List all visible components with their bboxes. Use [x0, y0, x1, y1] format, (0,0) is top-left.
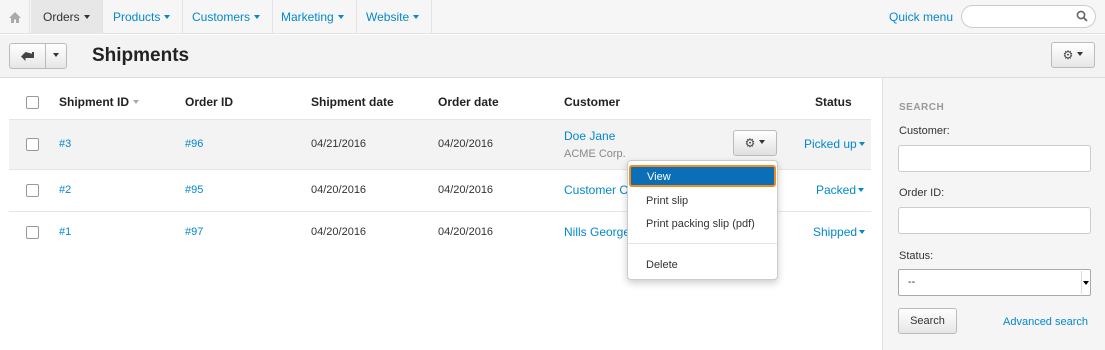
customer-link[interactable]: Customer Cu [564, 183, 635, 197]
menu-divider [628, 243, 777, 244]
chevron-down-icon [1077, 52, 1084, 56]
column-header-shipment-id[interactable]: Shipment ID [59, 95, 140, 109]
nav-marketing-label: Marketing [281, 10, 334, 24]
status-label: Status: [899, 250, 934, 262]
shipment-date: 04/20/2016 [311, 226, 367, 238]
nav-orders-label: Orders [43, 10, 80, 24]
customer-link[interactable]: Doe Jane [564, 129, 615, 143]
nav-website[interactable]: Website [354, 0, 433, 34]
status-dropdown[interactable]: Shipped [813, 225, 866, 239]
select-all-checkbox[interactable] [26, 96, 39, 109]
shipment-id-link[interactable]: #1 [59, 226, 71, 238]
column-header-customer[interactable]: Customer [564, 95, 620, 109]
status-label: Shipped [813, 225, 858, 239]
nav-products-label: Products [113, 10, 161, 24]
order-id-link[interactable]: #97 [185, 226, 203, 238]
settings-dropdown-button[interactable]: ⚙ [1051, 42, 1095, 68]
chevron-down-icon [337, 14, 344, 19]
order-id-link[interactable]: #95 [185, 184, 203, 196]
column-header-order-date[interactable]: Order date [438, 95, 499, 109]
top-navbar: Orders Products Customers Marketing Webs… [0, 0, 1105, 34]
home-button[interactable] [0, 0, 30, 34]
back-dropdown-button[interactable] [46, 44, 66, 68]
search-sidebar: SEARCH Customer: Order ID: Status: -- Se… [882, 78, 1105, 350]
chevron-down-icon [858, 141, 865, 146]
nav-customers[interactable]: Customers [180, 0, 274, 34]
column-label: Shipment ID [59, 95, 130, 109]
menu-item-view[interactable]: View [629, 165, 776, 187]
row-actions-menu: View Print slip Print packing slip (pdf)… [627, 160, 778, 280]
order-date: 04/20/2016 [438, 138, 494, 150]
status-label: Packed [816, 183, 857, 197]
status-select[interactable]: -- [898, 269, 1091, 296]
chevron-down-icon [858, 187, 865, 192]
back-button-group [9, 43, 67, 69]
search-icon[interactable] [1076, 10, 1088, 22]
back-button[interactable] [10, 44, 46, 68]
chevron-down-icon [859, 229, 866, 234]
nav-products[interactable]: Products [101, 0, 184, 34]
menu-item-print-packing-slip[interactable]: Print packing slip (pdf) [628, 212, 777, 236]
shipment-date: 04/21/2016 [311, 138, 367, 150]
sidebar-title: SEARCH [899, 102, 945, 113]
customer-field[interactable] [898, 145, 1091, 172]
row-checkbox[interactable] [26, 226, 39, 239]
status-label: Picked up [804, 137, 857, 151]
customer-label: Customer: [899, 125, 950, 137]
gear-icon: ⚙ [744, 136, 756, 150]
order-date: 04/20/2016 [438, 226, 494, 238]
menu-item-print-slip[interactable]: Print slip [628, 189, 777, 213]
page-header: Shipments ⚙ [0, 35, 1105, 78]
status-dropdown[interactable]: Packed [816, 183, 865, 197]
chevron-down-icon [164, 14, 171, 19]
column-header-order-id[interactable]: Order ID [185, 95, 233, 109]
order-id-link[interactable]: #96 [185, 138, 203, 150]
back-arrow-icon [21, 51, 34, 61]
status-dropdown[interactable]: Picked up [804, 137, 865, 151]
column-header-shipment-date[interactable]: Shipment date [311, 95, 394, 109]
quick-menu-link[interactable]: Quick menu [889, 10, 953, 24]
sort-icon [133, 99, 140, 104]
advanced-search-link[interactable]: Advanced search [1003, 316, 1088, 328]
nav-website-label: Website [366, 10, 410, 24]
chevron-down-icon [53, 53, 59, 57]
select-arrow-icon [1081, 271, 1089, 294]
shipment-date: 04/20/2016 [311, 184, 367, 196]
order-id-field[interactable] [898, 207, 1091, 234]
customer-company: ACME Corp. [564, 148, 626, 160]
home-icon [8, 11, 21, 23]
nav-orders[interactable]: Orders [31, 0, 103, 34]
chevron-down-icon [83, 14, 90, 19]
top-search-input[interactable] [961, 5, 1096, 28]
row-checkbox[interactable] [26, 184, 39, 197]
chevron-down-icon [254, 14, 261, 19]
page-title: Shipments [92, 45, 190, 66]
column-header-status[interactable]: Status [815, 95, 852, 109]
chevron-down-icon [413, 14, 420, 19]
status-select-value: -- [908, 276, 916, 288]
gear-icon: ⚙ [1062, 48, 1074, 62]
shipment-id-link[interactable]: #2 [59, 184, 71, 196]
chevron-down-icon [759, 140, 766, 144]
row-checkbox[interactable] [26, 138, 39, 151]
order-date: 04/20/2016 [438, 184, 494, 196]
menu-item-delete[interactable]: Delete [628, 253, 777, 277]
order-id-label: Order ID: [899, 187, 945, 199]
search-button[interactable]: Search [898, 308, 957, 334]
row-actions-button[interactable]: ⚙ [733, 130, 777, 156]
shipment-id-link[interactable]: #3 [59, 138, 71, 150]
customer-link[interactable]: Nills George [564, 225, 630, 239]
nav-marketing[interactable]: Marketing [269, 0, 357, 34]
nav-customers-label: Customers [192, 10, 251, 24]
